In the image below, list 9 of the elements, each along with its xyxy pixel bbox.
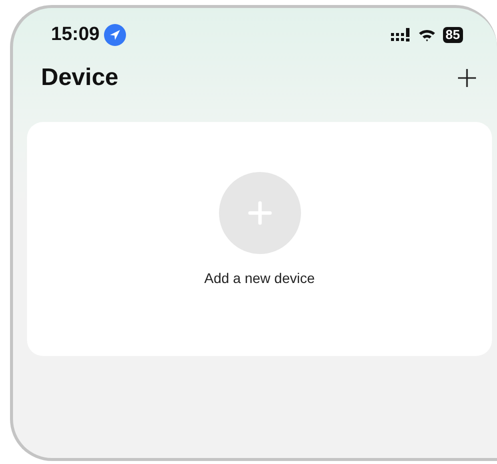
add-device-label: Add a new device: [204, 270, 315, 286]
page-title: Device: [41, 64, 118, 92]
status-time: 15:09: [51, 24, 100, 46]
location-icon: [104, 24, 126, 46]
signal-icon: [390, 28, 411, 42]
add-icon[interactable]: [457, 68, 477, 88]
battery-level: 85: [442, 27, 463, 43]
wifi-icon: [418, 28, 436, 42]
plus-icon: [248, 201, 272, 225]
